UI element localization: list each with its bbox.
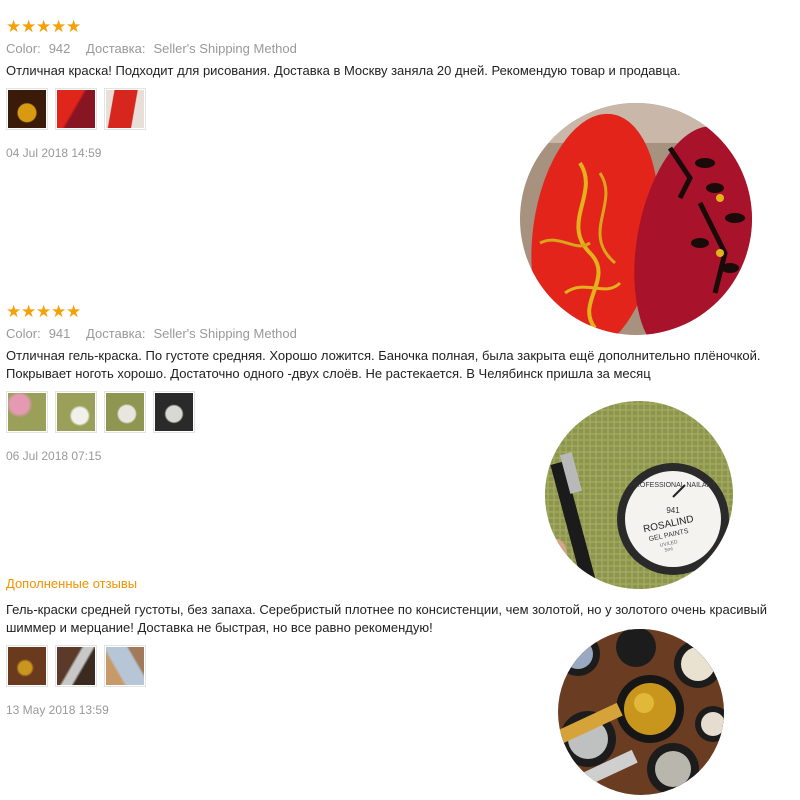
star-icon: ★ [36, 17, 52, 36]
jar-brand-top: PROFESSIONAL NAILART [630, 482, 716, 489]
star-icon: ★ [36, 302, 52, 321]
shipping-label: Доставка: [86, 41, 146, 56]
review-text: Отличная краска! Подходит для рисования.… [6, 63, 681, 78]
review-photo-thumb[interactable] [55, 391, 97, 433]
star-icon: ★ [21, 302, 37, 321]
star-icon: ★ [6, 17, 22, 36]
review-photo-thumb[interactable] [6, 391, 48, 433]
review-photo-large[interactable]: PROFESSIONAL NAILART 941 ROSALIND GEL PA… [545, 401, 733, 589]
review-photo-thumb[interactable] [6, 645, 48, 687]
review-text: Гель-краски средней густоты, без запаха.… [6, 602, 767, 635]
review-text: Отличная гель-краска. По густоте средняя… [6, 348, 761, 381]
review-photo-thumb[interactable] [104, 88, 146, 130]
star-icon: ★ [51, 302, 67, 321]
rating-stars: ★ ★ ★ ★ ★ [6, 18, 800, 36]
review-photo-thumb[interactable] [153, 391, 195, 433]
review-photo-thumb[interactable] [55, 88, 97, 130]
shipping-label: Доставка: [86, 326, 146, 341]
shipping-value: Seller's Shipping Method [153, 326, 297, 341]
review-meta: Color: 941 Доставка: Seller's Shipping Met… [6, 326, 800, 341]
color-value: 942 [48, 41, 71, 56]
rating-stars: ★ ★ ★ ★ ★ [6, 303, 800, 321]
star-icon: ★ [6, 302, 22, 321]
open-jars-photo [558, 629, 724, 795]
shipping-value: Seller's Shipping Method [153, 41, 297, 56]
color-label: Color: [6, 326, 41, 341]
nail-art-photo [520, 103, 752, 335]
color-label: Color: [6, 41, 41, 56]
star-icon: ★ [21, 17, 37, 36]
review-photo-thumb[interactable] [104, 645, 146, 687]
review-photo-thumb[interactable] [104, 391, 146, 433]
color-value: 941 [48, 326, 71, 341]
gel-paint-jar-photo: PROFESSIONAL NAILART 941 ROSALIND GEL PA… [545, 401, 733, 589]
star-icon: ★ [66, 302, 82, 321]
additional-reviews-label: Дополненные отзывы [6, 576, 138, 591]
star-icon: ★ [51, 17, 67, 36]
review-photo-large[interactable] [520, 103, 752, 335]
jar-number: 941 [666, 506, 680, 515]
review-photo-thumb[interactable] [55, 645, 97, 687]
review-meta: Color: 942 Доставка: Seller's Shipping Met… [6, 41, 800, 56]
review-photo-large[interactable] [558, 629, 724, 795]
review-photo-thumb[interactable] [6, 88, 48, 130]
star-icon: ★ [66, 17, 82, 36]
